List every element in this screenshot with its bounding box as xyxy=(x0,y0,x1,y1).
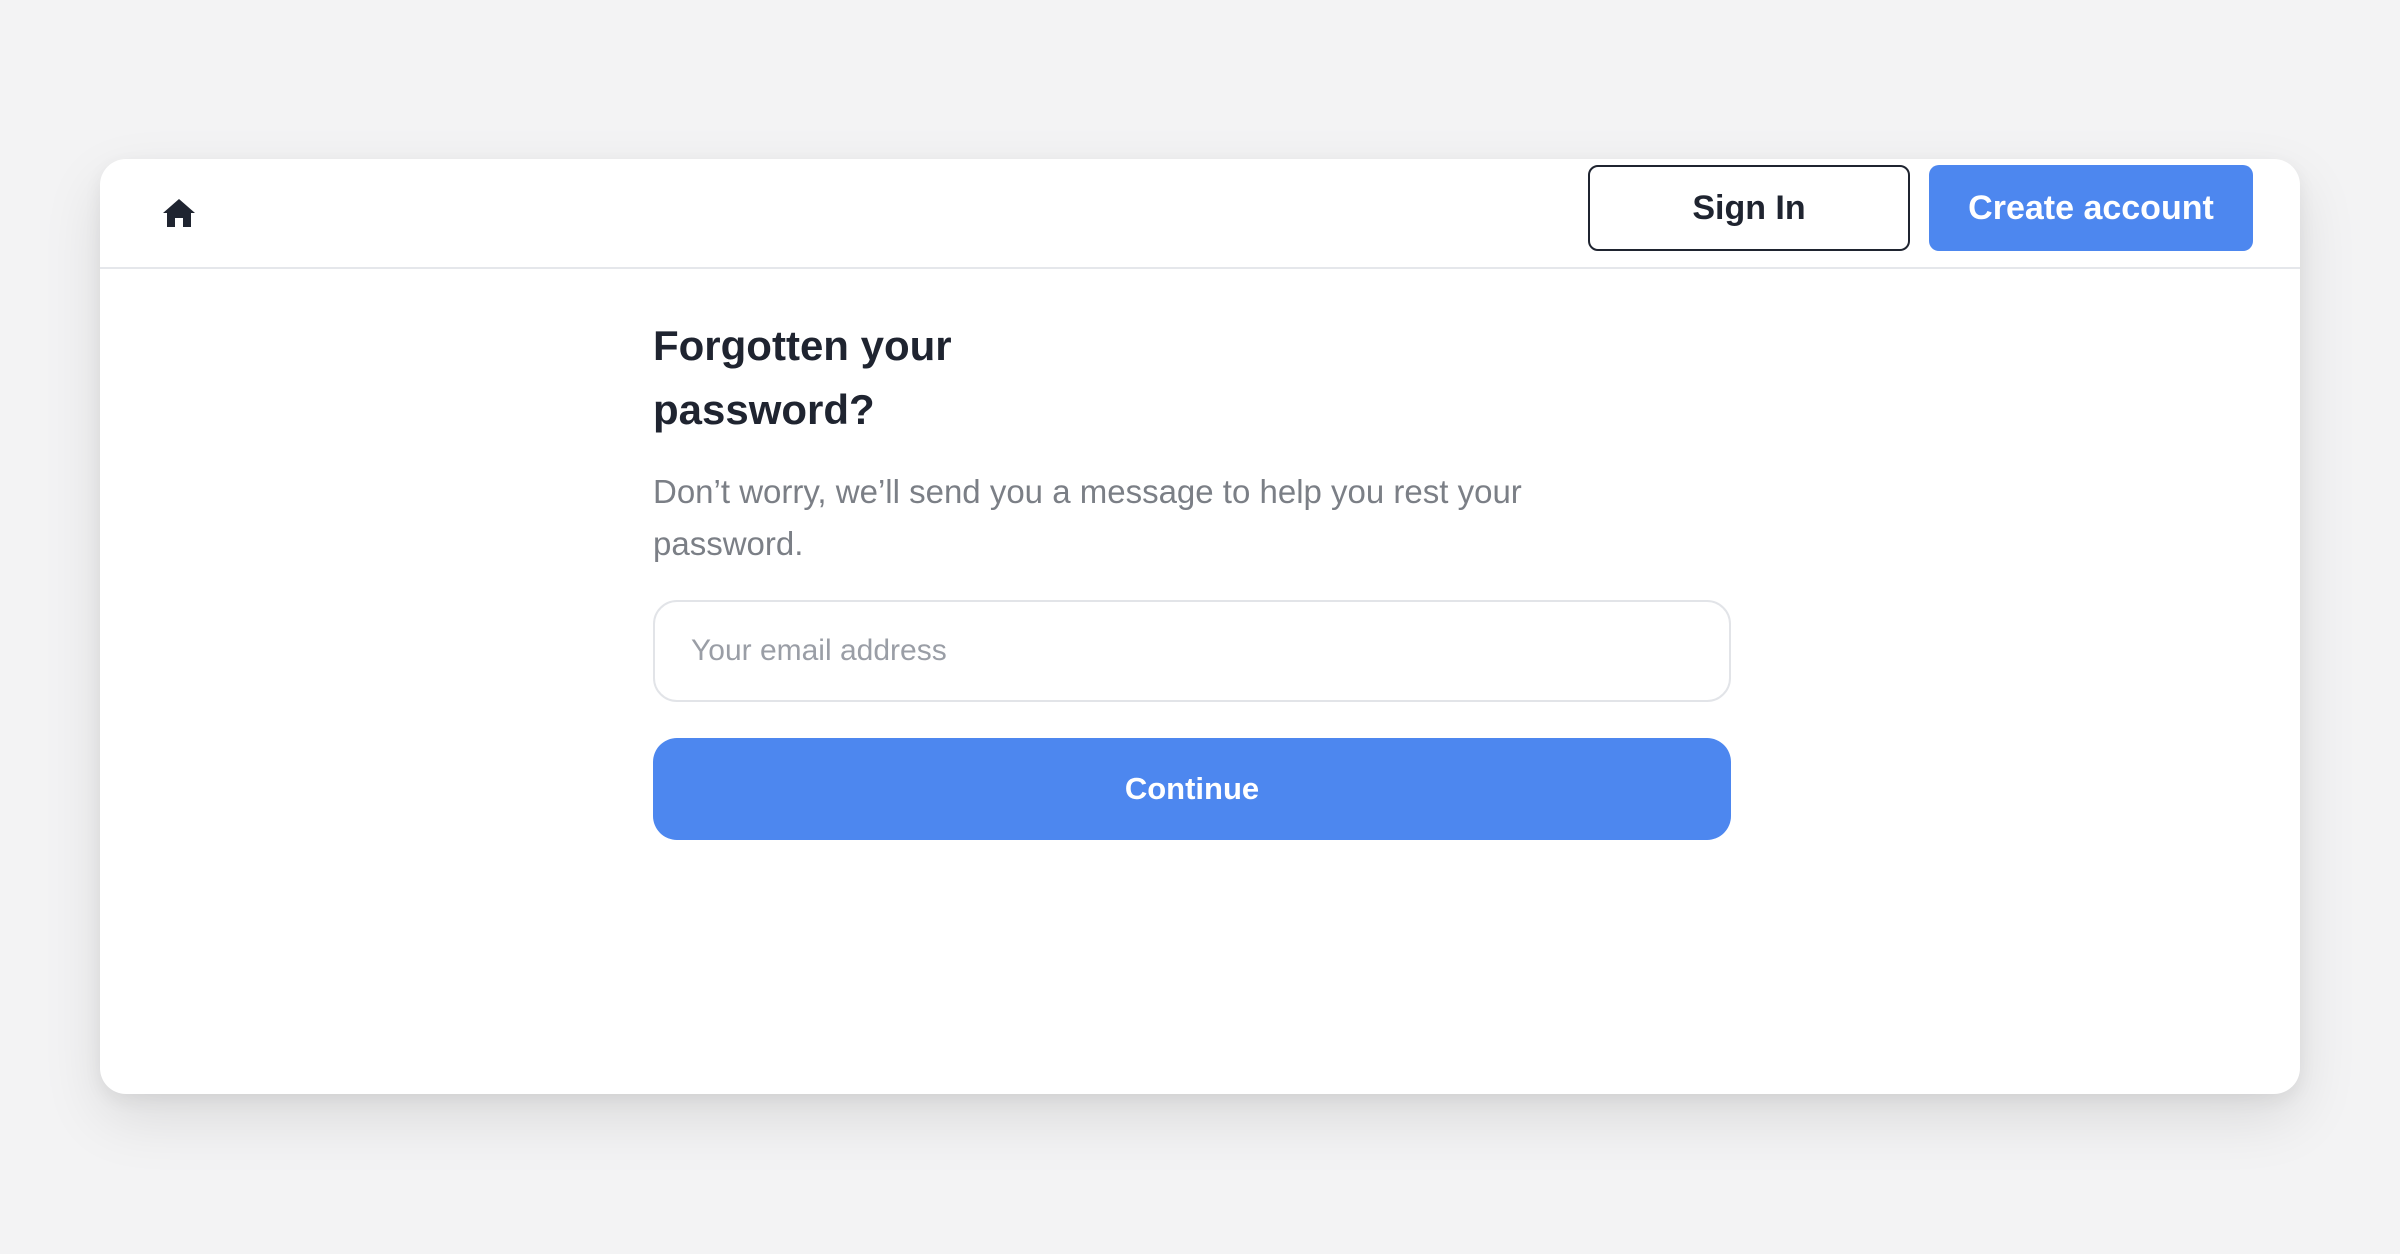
top-nav: Sign In Create account xyxy=(100,159,2300,269)
reset-password-form: Forgotten your password? Don’t worry, we… xyxy=(653,314,1733,840)
page-description: Don’t worry, we’ll send you a message to… xyxy=(653,473,1522,562)
home-icon[interactable] xyxy=(155,189,203,237)
home-icon-graphic xyxy=(163,199,195,227)
page-title: Forgotten your password? xyxy=(653,322,952,433)
sign-in-button[interactable]: Sign In xyxy=(1588,165,1910,251)
create-account-button[interactable]: Create account xyxy=(1929,165,2253,251)
continue-button[interactable]: Continue xyxy=(653,738,1731,840)
reset-password-card: Sign In Create account Forgotten your pa… xyxy=(100,159,2300,1094)
email-input[interactable] xyxy=(653,600,1731,702)
